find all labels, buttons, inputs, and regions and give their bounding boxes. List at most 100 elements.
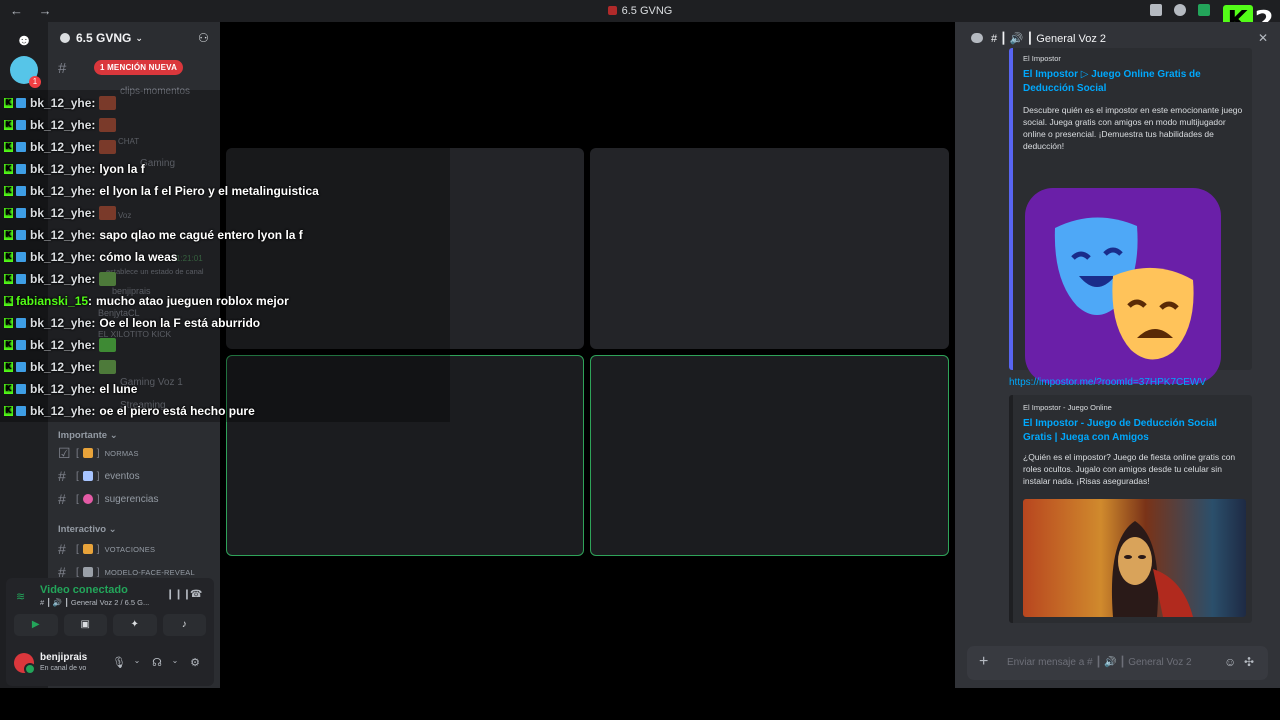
disconnect-icon[interactable]: ☎ [190, 589, 202, 601]
room-link[interactable]: https://impostor.me/?roomId=37HPK7CEWV [1009, 377, 1206, 388]
chat-message: el lune [99, 382, 138, 396]
chat-separator: : [91, 140, 96, 154]
camera-button[interactable]: ▶ [14, 614, 58, 636]
category-importante[interactable]: Importante ⌄ [58, 430, 118, 441]
discord-home-icon[interactable]: ☻ [8, 26, 40, 56]
chevron-down-icon[interactable]: ⌄ [168, 656, 182, 670]
chat-line: Kbk_12_yhe : [4, 269, 117, 289]
kick-badge-icon: K [4, 362, 13, 372]
chat-bubble-icon [971, 33, 983, 43]
chat-username: bk_12_yhe [30, 360, 92, 374]
message-composer[interactable]: + Enviar mensaje a # ┃ 🔊 ┃ General Voz 2… [967, 646, 1268, 680]
channel-emoji-icon [82, 448, 93, 458]
chat-message: Oe el leon la F está aburrido [99, 316, 261, 330]
moderator-badge-icon [16, 406, 26, 416]
channel-emoji-icon [82, 567, 93, 577]
voice-action-buttons: ▶ ▣ ✦ ♪ [6, 614, 214, 642]
chat-line: Kfabianski_15 : mucho atao jueguen roblox… [4, 291, 289, 311]
category-interactivo[interactable]: Interactivo ⌄ [58, 524, 117, 535]
chat-username: bk_12_yhe [30, 206, 92, 220]
download-icon[interactable] [1198, 4, 1210, 16]
message-input-placeholder[interactable]: Enviar mensaje a # ┃ 🔊 ┃ General Voz 2 [1007, 657, 1192, 668]
chat-username: bk_12_yhe [30, 338, 92, 352]
channel-eventos[interactable]: #[] eventos [58, 465, 216, 487]
chat-separator: : [91, 162, 96, 176]
titlebar-icons [1150, 4, 1210, 16]
chat-line: Kbk_12_yhe : el lyon la f el Piero y el m… [4, 181, 319, 201]
emoji-icon[interactable]: ☺ [1224, 655, 1238, 669]
embed-title-link[interactable]: El Impostor - Juego de Deducción Social … [1023, 417, 1243, 445]
server-header[interactable]: 6.5 GVNG ⌄ ⚇ [48, 22, 220, 54]
channel-label: NORMAS [104, 448, 139, 458]
user-panel: benjiprais En canal de vo 🎙 ⌄ ☊ ⌄ ⚙ [6, 642, 214, 686]
chat-username: bk_12_yhe [30, 272, 92, 286]
help-icon[interactable] [1174, 4, 1186, 16]
moderator-badge-icon [16, 230, 26, 240]
signal-icon[interactable]: ≋ [16, 590, 30, 603]
close-icon[interactable]: ✕ [1258, 31, 1268, 45]
video-tile-speaking[interactable] [590, 355, 949, 556]
new-mention-pill[interactable]: 1 MENCIÓN NUEVA [94, 60, 184, 75]
apps-icon[interactable]: ✣ [1244, 655, 1258, 669]
chat-username: bk_12_yhe [30, 404, 92, 418]
noise-suppression-icon[interactable]: ❙❙❙ [166, 589, 191, 601]
inbox-icon[interactable] [1150, 4, 1162, 16]
theater-masks-icon [1054, 217, 1194, 360]
chat-separator: : [91, 360, 96, 374]
video-tile[interactable] [590, 148, 949, 349]
chevron-down-icon[interactable]: ⌄ [130, 656, 144, 670]
chat-line: Kbk_12_yhe : oe el piero está hecho pure [4, 401, 255, 421]
chat-emote-icon [99, 118, 117, 132]
kick-badge-icon: K [4, 208, 13, 218]
headphones-icon[interactable]: ☊ [150, 656, 164, 670]
chat-separator: : [91, 338, 96, 352]
chat-line: Kbk_12_yhe : [4, 203, 117, 223]
embed-title-link[interactable]: El Impostor ▷ Juego Online Gratis de Ded… [1023, 68, 1243, 96]
link-embed: El Impostor - Juego Online El Impostor -… [1009, 395, 1252, 623]
chat-line: Kbk_12_yhe : cómo la weas [4, 247, 177, 267]
settings-gear-icon[interactable]: ⚙ [188, 656, 202, 670]
channel-votaciones[interactable]: #[] VOTACIONES [58, 538, 216, 560]
chat-username: bk_12_yhe [30, 96, 92, 110]
chat-line: Kbk_12_yhe : Oe el leon la F está aburrid… [4, 313, 260, 333]
activities-button[interactable]: ✦ [113, 614, 157, 636]
username[interactable]: benjiprais [40, 652, 87, 663]
microphone-icon[interactable]: 🎙 [112, 656, 126, 670]
chat-line: Kbk_12_yhe : [4, 115, 117, 135]
add-attachment-icon[interactable]: + [979, 654, 995, 670]
chat-username: bk_12_yhe [30, 250, 92, 264]
mask-portrait-image [1111, 521, 1193, 617]
screen-share-button[interactable]: ▣ [63, 614, 107, 636]
chat-username: fabianski_15 [16, 294, 89, 308]
chevron-down-icon: ⌄ [135, 32, 143, 43]
moderator-badge-icon [16, 186, 26, 196]
hash-icon: # [58, 468, 66, 484]
voice-location[interactable]: # ┃ 🔊 ┃ General Voz 2 / 6.5 G... [40, 598, 149, 607]
embed-thumbnail[interactable] [1025, 188, 1221, 384]
soundboard-button[interactable]: ♪ [162, 614, 206, 636]
chat-line: Kbk_12_yhe : [4, 357, 117, 377]
channel-sugerencias[interactable]: #[] sugerencias [58, 488, 216, 510]
channel-emoji-icon [82, 471, 93, 481]
channel-emoji-icon [82, 494, 93, 504]
chat-line: Kbk_12_yhe : [4, 137, 117, 157]
kick-badge-icon: K [4, 120, 13, 130]
avatar[interactable] [14, 653, 36, 675]
category-label: Importante [58, 430, 108, 441]
invite-icon[interactable]: ⚇ [198, 32, 210, 44]
chat-username: bk_12_yhe [30, 162, 92, 176]
window-title: 6.5 GVNG [0, 5, 1280, 17]
embed-image[interactable] [1023, 499, 1246, 617]
moderator-badge-icon [16, 164, 26, 174]
kick-badge-icon: K [4, 274, 13, 284]
server-avatar[interactable]: 1 [10, 56, 41, 88]
chat-username: bk_12_yhe [30, 140, 92, 154]
chat-emote-icon [99, 272, 117, 286]
moderator-badge-icon [16, 252, 26, 262]
moderator-badge-icon [16, 384, 26, 394]
chat-separator: : [91, 206, 96, 220]
kick-badge-icon: K [4, 296, 13, 306]
channel-normas[interactable]: ☑[] NORMAS [58, 442, 216, 464]
voice-status[interactable]: Video conectado [40, 584, 128, 596]
server-icon [60, 33, 70, 43]
